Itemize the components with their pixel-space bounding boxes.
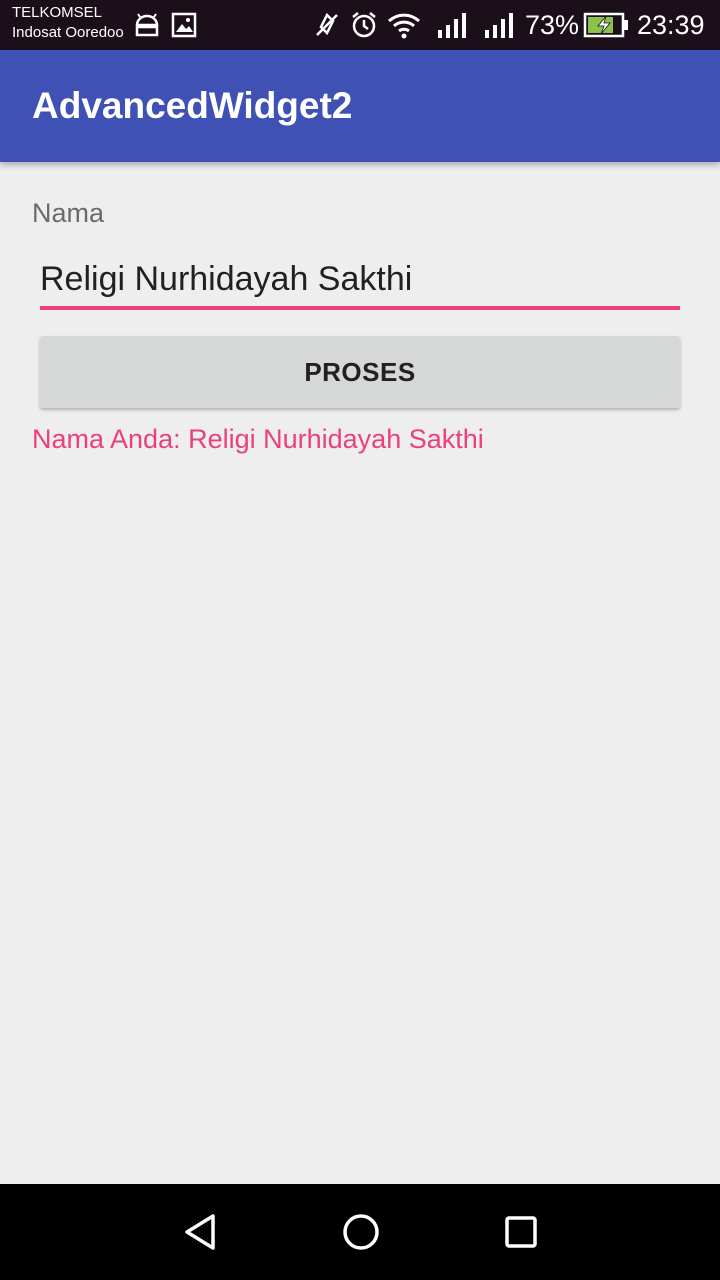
image-notification-icon — [170, 0, 198, 50]
wifi-icon — [386, 0, 422, 50]
battery-percent: 73% — [525, 10, 580, 40]
app-title: AdvancedWidget2 — [32, 85, 353, 126]
name-input[interactable] — [40, 252, 680, 310]
navigation-bar — [0, 1184, 720, 1280]
name-label: Nama — [32, 198, 105, 228]
back-icon[interactable] — [153, 1184, 249, 1280]
signal-icon — [483, 0, 515, 50]
home-icon[interactable] — [313, 1184, 409, 1280]
battery-charging-icon — [583, 0, 629, 50]
status-bar: TELKOMSEL Indosat Ooredoo 73% 23:39 — [0, 0, 720, 50]
carrier-2: Indosat Ooredoo — [12, 24, 124, 41]
main-content: Nama PROSES Nama Anda: Religi Nurhidayah… — [0, 162, 720, 1184]
clock: 23:39 — [637, 10, 705, 40]
carrier-info: TELKOMSEL Indosat Ooredoo — [12, 3, 124, 43]
carrier-1: TELKOMSEL — [12, 4, 103, 21]
app-bar: AdvancedWidget2 — [0, 50, 720, 162]
android-debug-icon — [133, 0, 161, 50]
signal-icon — [436, 0, 468, 50]
result-text: Nama Anda: Religi Nurhidayah Sakthi — [32, 424, 484, 454]
proses-button[interactable]: PROSES — [40, 336, 680, 408]
recents-icon[interactable] — [473, 1184, 569, 1280]
alarm-icon — [350, 0, 378, 50]
vibrate-off-icon — [313, 0, 341, 50]
